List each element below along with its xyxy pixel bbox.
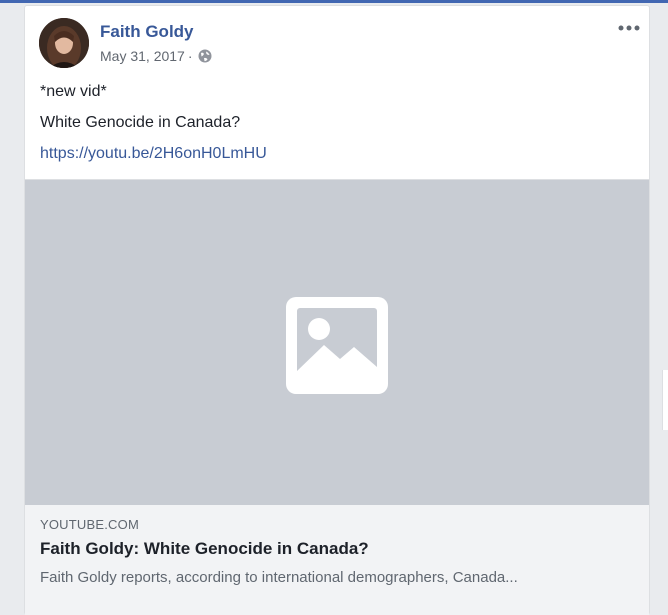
author-name[interactable]: Faith Goldy: [100, 22, 194, 42]
post-text-line-1: *new vid*: [40, 83, 107, 100]
link-domain: YOUTUBE.COM: [40, 517, 139, 532]
image-placeholder-icon: [286, 297, 388, 394]
link-preview-details[interactable]: YOUTUBE.COM Faith Goldy: White Genocide …: [25, 505, 649, 615]
globe-icon[interactable]: [198, 49, 212, 63]
meta-separator: ·: [187, 48, 193, 64]
top-navigation-bar: [0, 0, 668, 3]
post-meta: May 31, 2017 ·: [100, 48, 212, 64]
post-text-line-2: White Genocide in Canada?: [40, 114, 241, 131]
link-title[interactable]: Faith Goldy: White Genocide in Canada?: [40, 539, 369, 559]
post-card: Faith Goldy May 31, 2017 · *new vid* Whi…: [24, 5, 650, 615]
avatar[interactable]: [39, 18, 89, 68]
avatar-image: [39, 18, 89, 68]
right-rail-edge: [662, 370, 668, 430]
more-options-icon[interactable]: [617, 18, 641, 38]
link-preview-image[interactable]: [25, 179, 649, 506]
post-link[interactable]: https://youtu.be/2H6onH0LmHU: [40, 145, 267, 163]
post-date[interactable]: May 31, 2017: [100, 48, 185, 64]
link-description: Faith Goldy reports, according to intern…: [40, 569, 518, 586]
